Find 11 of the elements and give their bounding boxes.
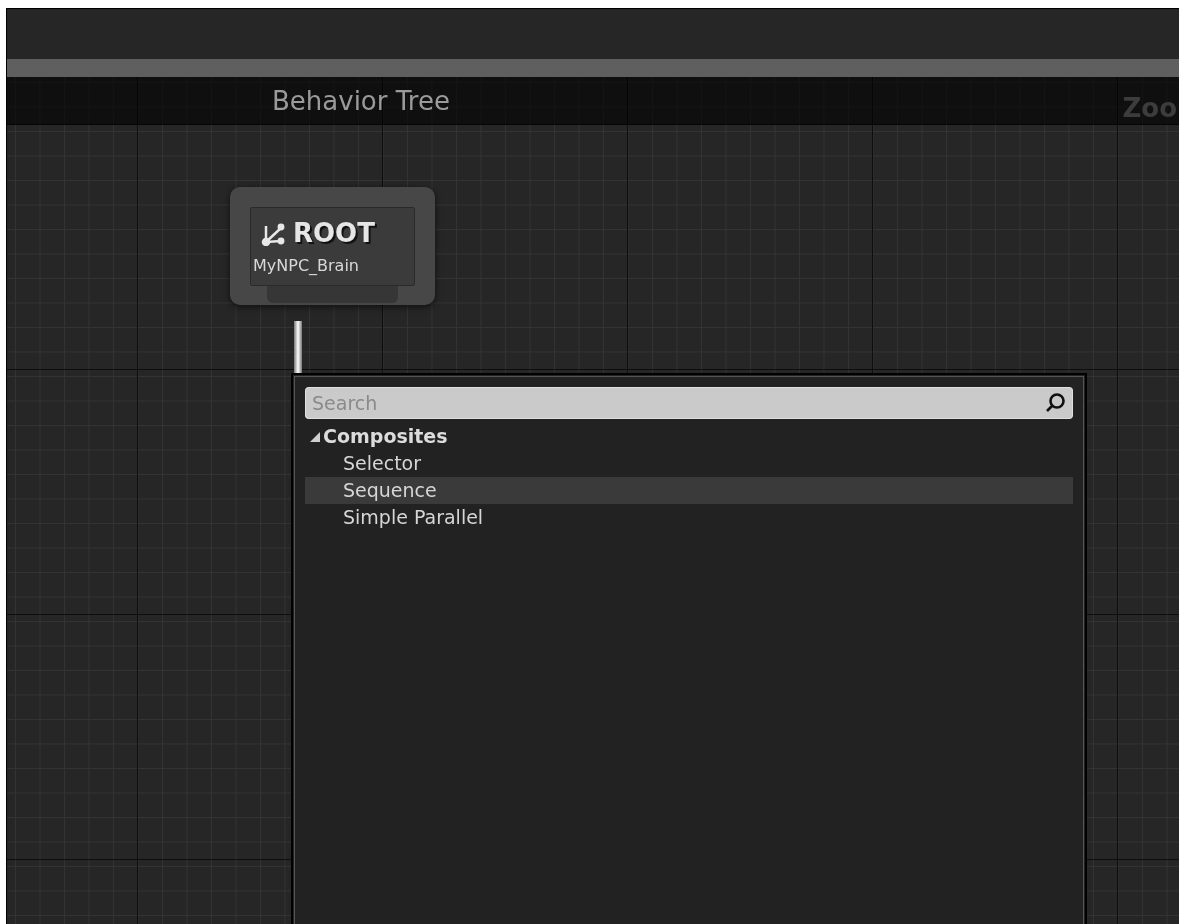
menu-item[interactable]: Simple Parallel — [305, 504, 1073, 531]
menu-item[interactable]: Selector — [305, 450, 1073, 477]
node-subtitle: MyNPC_Brain — [253, 255, 360, 277]
expanded-triangle-icon[interactable] — [309, 430, 321, 443]
menu-item[interactable]: Sequence — [305, 477, 1073, 504]
root-node[interactable]: ROOT MyNPC_Brain — [230, 187, 435, 305]
connection-wire — [294, 321, 302, 373]
graph-title: Behavior Tree — [272, 84, 450, 118]
node-title: ROOT — [293, 217, 375, 250]
category-label[interactable]: Composites — [323, 423, 448, 450]
branch-icon — [261, 221, 285, 246]
